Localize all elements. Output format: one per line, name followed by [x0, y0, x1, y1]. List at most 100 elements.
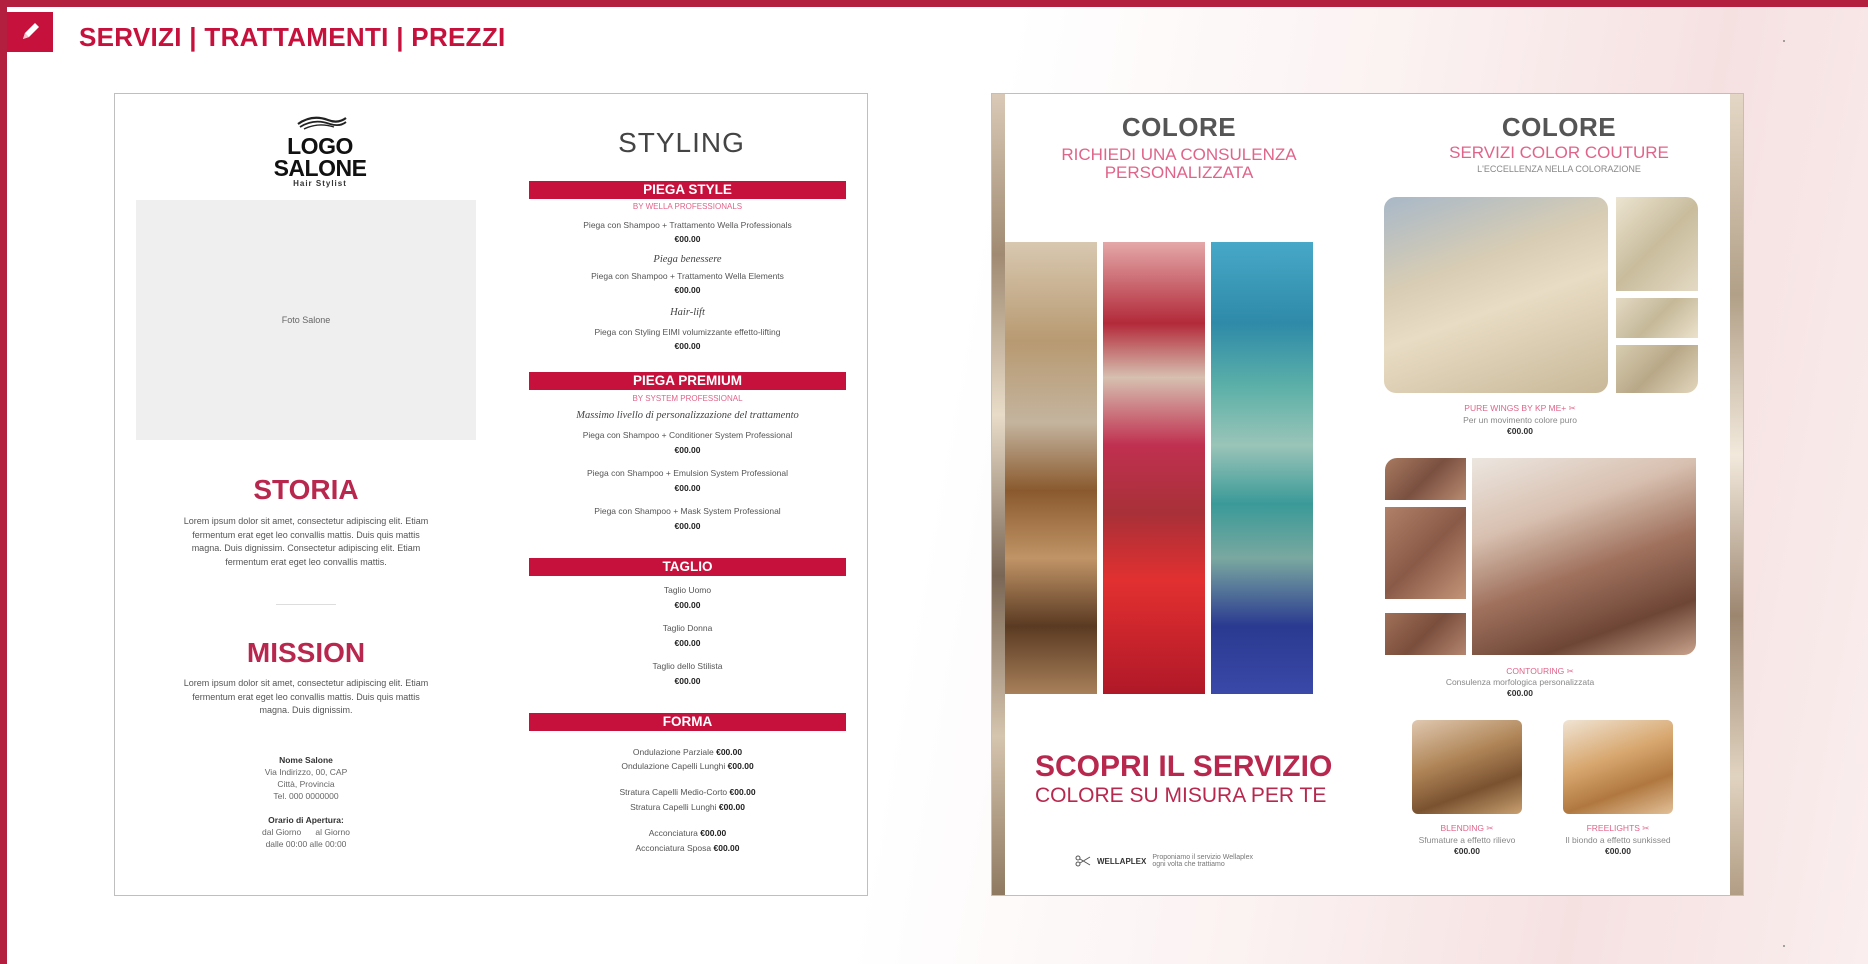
service-name: PURE WINGS BY KP ME+ ✂	[1464, 403, 1576, 413]
salon-city: Città, Provincia	[277, 779, 335, 789]
service-price: €00.00	[674, 234, 701, 244]
service-line: Taglio Uomo	[663, 585, 712, 595]
service-price: €00.00	[674, 600, 701, 610]
decor-dot	[1783, 40, 1785, 42]
storia-title: STORIA	[253, 474, 359, 505]
service-price: €00.00	[674, 638, 701, 648]
piega-style-bar: PIEGA STYLE	[529, 181, 846, 199]
service-line: Piega con Shampoo + Conditioner System P…	[582, 430, 793, 440]
brunette-model-photo	[1472, 458, 1696, 655]
service-italic: Piega benessere	[653, 254, 722, 265]
forma-item-price: €00.00	[727, 761, 754, 771]
service-price: €00.00	[1454, 846, 1480, 856]
logo-wave-icon	[297, 116, 347, 130]
mood-image-strip	[1005, 242, 1097, 694]
service-price: €00.00	[1507, 426, 1533, 436]
forma-item-label: Stratura Capelli Medio-Corto	[619, 787, 728, 797]
wellaplex-logo: WELLAPLEX	[1097, 856, 1147, 866]
hair-swatch	[1616, 197, 1698, 291]
cta-title: SCOPRI IL SERVIZIO	[1035, 750, 1333, 783]
service-price: €00.00	[674, 285, 701, 295]
forma-item: Stratura Capelli Lunghi €00.00	[529, 802, 846, 812]
salon-photo-placeholder: Foto Salone	[136, 200, 476, 440]
storia-text: Lorem ipsum dolor sit amet, consectetur …	[183, 516, 429, 567]
forma-item-price: €00.00	[729, 787, 756, 797]
service-name-text: PURE WINGS BY KP ME+	[1464, 403, 1567, 413]
mission-text: Lorem ipsum dolor sit amet, consectetur …	[183, 678, 429, 715]
service-price: €00.00	[1605, 846, 1631, 856]
forma-bar: FORMA	[529, 713, 846, 731]
blonde-model-photo	[1384, 197, 1608, 393]
menu-page-preview[interactable]: LOGO SALONE Hair Stylist Foto Salone STO…	[114, 93, 868, 896]
hair-swatch	[1385, 458, 1466, 500]
piega-style-sub: BY WELLA PROFESSIONALS	[632, 202, 743, 211]
piega-premium-sub: BY SYSTEM PROFESSIONAL	[632, 394, 743, 403]
service-line: Piega con Shampoo + Mask System Professi…	[594, 506, 781, 516]
service-desc: Per un movimento colore puro	[1463, 415, 1577, 425]
page-edge-decoration	[992, 94, 1005, 895]
forma-item-price: €00.00	[716, 747, 743, 757]
hours-label: Orario di Apertura:	[268, 815, 344, 825]
colore-title-right: COLORE	[1501, 112, 1617, 142]
page-title: SERVIZI | TRATTAMENTI | PREZZI	[79, 22, 506, 52]
forma-item-label: Stratura Capelli Lunghi	[630, 802, 717, 812]
salon-phone: Tel. 000 0000000	[273, 791, 339, 801]
service-line: Taglio dello Stilista	[652, 661, 723, 671]
cta-subtitle: COLORE SU MISURA PER TE	[1035, 784, 1327, 807]
blending-photo	[1412, 720, 1522, 814]
hair-swatch	[1616, 345, 1698, 393]
colore-subtitle-left: RICHIEDI UNA CONSULENZA PERSONALIZZATA	[1061, 145, 1297, 182]
colore-tagline: L'ECCELLENZA NELLA COLORAZIONE	[1477, 164, 1641, 174]
hours-days: dal Giorno al Giorno	[262, 827, 350, 837]
forma-item-price: €00.00	[713, 843, 740, 853]
forma-item-price: €00.00	[718, 802, 745, 812]
frame-top-border	[0, 0, 1868, 7]
hair-swatch	[1385, 507, 1466, 599]
brand-logos: WELLAPLEX Proponiamo il servizio Wellapl…	[1075, 854, 1262, 868]
styling-title: STYLING	[618, 127, 745, 158]
logo-text: LOGO SALONE	[273, 133, 367, 181]
colour-page-content: COLORE RICHIEDI UNA CONSULENZA PERSONALI…	[1005, 94, 1730, 895]
service-line: Taglio Donna	[662, 623, 713, 633]
piega-premium-bar: PIEGA PREMIUM	[529, 372, 846, 390]
hair-swatch	[1616, 298, 1698, 338]
opening-hours: Orario di Apertura: dal Giorno al Giorno…	[206, 814, 406, 850]
colore-subtitle-right: SERVIZI COLOR COUTURE	[1449, 143, 1669, 162]
page-edge-decoration	[1730, 94, 1743, 895]
taglio-bar: TAGLIO	[529, 558, 846, 576]
forma-item-label: Ondulazione Parziale	[632, 747, 714, 757]
forma-item-label: Acconciatura Sposa	[635, 843, 712, 853]
service-line: Piega con Shampoo + Emulsion System Prof…	[586, 468, 789, 478]
salon-address: Via Indirizzo, 00, CAP	[264, 767, 348, 777]
logo-subtext: Hair Stylist	[293, 179, 347, 188]
service-desc: Consulenza morfologica personalizzata	[1445, 677, 1595, 687]
mood-image-strip	[1211, 242, 1313, 694]
hours-time: dalle 00:00 alle 00:00	[265, 839, 347, 849]
photo-placeholder-label: Foto Salone	[281, 315, 331, 325]
service-price: €00.00	[674, 483, 701, 493]
service-name: CONTOURING ✂	[1506, 666, 1574, 676]
forma-item: Acconciatura €00.00	[529, 828, 846, 838]
service-italic: Hair-lift	[670, 307, 705, 318]
forma-item: Acconciatura Sposa €00.00	[529, 843, 846, 853]
mission-title: MISSION	[246, 637, 366, 668]
forma-item: Ondulazione Capelli Lunghi €00.00	[529, 761, 846, 771]
wellaplex-note: Proponiamo il servizio Wellaplex ogni vo…	[1152, 854, 1253, 868]
edit-button[interactable]	[7, 12, 53, 52]
salon-name: Nome Salone	[279, 755, 333, 765]
service-italic: Massimo livello di personalizzazione del…	[576, 410, 799, 421]
forma-item-label: Ondulazione Capelli Lunghi	[621, 761, 726, 771]
service-name-text: FREELIGHTS	[1586, 823, 1640, 833]
service-name-text: BLENDING	[1440, 823, 1484, 833]
service-line: Piega con Shampoo + Trattamento Wella Pr…	[583, 220, 792, 230]
service-line: Piega con Styling EIMI volumizzante effe…	[594, 327, 781, 337]
service-price: €00.00	[674, 445, 701, 455]
service-line: Piega con Shampoo + Trattamento Wella El…	[591, 271, 784, 281]
section-divider	[276, 604, 336, 605]
forma-item: Stratura Capelli Medio-Corto €00.00	[529, 787, 846, 797]
service-desc: Il biondo a effetto sunkissed	[1565, 835, 1671, 845]
salon-logo: LOGO SALONE Hair Stylist	[240, 114, 400, 188]
service-name: BLENDING ✂	[1440, 823, 1494, 833]
colore-title-left: COLORE	[1121, 112, 1237, 142]
colour-page-preview[interactable]: COLORE RICHIEDI UNA CONSULENZA PERSONALI…	[991, 93, 1744, 896]
